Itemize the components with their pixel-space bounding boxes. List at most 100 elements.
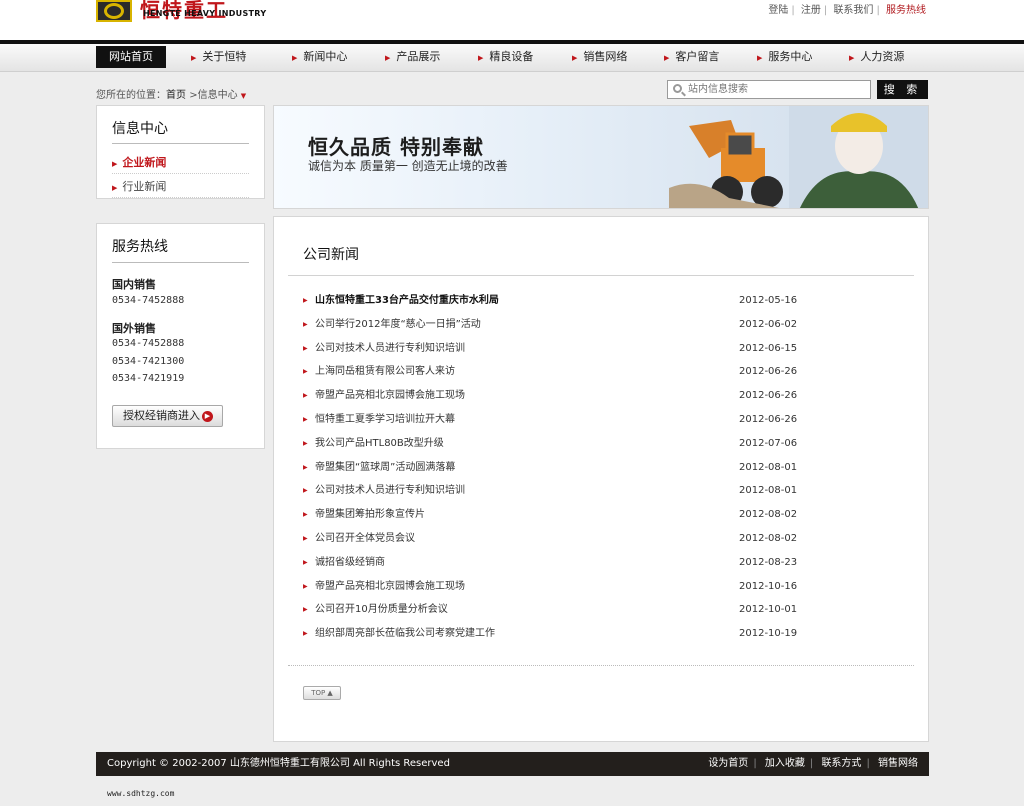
arrow-right-icon: ▶ bbox=[303, 463, 308, 471]
news-title[interactable]: 公司对技术人员进行专利知识培训 bbox=[315, 479, 465, 503]
hotline-link[interactable]: 服务热线 bbox=[883, 5, 929, 16]
news-item[interactable]: ▶ 恒特重工夏季学习培训拉开大幕 2012-06-26 bbox=[303, 408, 895, 432]
back-to-top-button[interactable]: TOP ▲ bbox=[303, 686, 341, 700]
news-title[interactable]: 公司对技术人员进行专利知识培训 bbox=[315, 337, 465, 361]
arrow-right-icon: ▶ bbox=[112, 184, 118, 192]
news-title[interactable]: 帝盟产品亮相北京园博会施工现场 bbox=[315, 575, 465, 599]
footer-link-sales-network[interactable]: 销售网络 bbox=[878, 758, 918, 769]
news-title[interactable]: 公司召开全体党员会议 bbox=[315, 527, 415, 551]
news-item[interactable]: ▶ 诚招省级经销商 2012-08-23 bbox=[303, 551, 895, 575]
news-title[interactable]: 帝盟集团筹拍形象宣传片 bbox=[315, 503, 425, 527]
arrow-right-icon: ▶ bbox=[292, 54, 298, 62]
arrow-right-icon: ▶ bbox=[664, 54, 670, 62]
news-date: 2012-10-01 bbox=[739, 604, 798, 616]
arrow-right-icon: ▶ bbox=[303, 439, 308, 447]
arrow-right-icon: ▶ bbox=[478, 54, 484, 62]
news-title[interactable]: 公司举行2012年度“慈心一日捐”活动 bbox=[315, 313, 481, 337]
news-item[interactable]: ▶ 组织部周亮部长莅临我公司考察党建工作 2012-10-19 bbox=[303, 622, 895, 646]
news-date: 2012-08-01 bbox=[739, 461, 798, 473]
breadcrumb-home-link[interactable]: 首页 bbox=[166, 90, 186, 101]
footer-link-favorite[interactable]: 加入收藏 bbox=[765, 758, 805, 769]
dealer-login-button[interactable]: 授权经销商进入 ▶ bbox=[112, 405, 223, 427]
news-title[interactable]: 公司召开10月份质量分析会议 bbox=[315, 598, 448, 622]
news-title[interactable]: 诚招省级经销商 bbox=[315, 551, 385, 575]
news-item[interactable]: ▶ 帝盟产品亮相北京园博会施工现场 2012-10-16 bbox=[303, 575, 895, 599]
foreign-phone: 0534-7421300 bbox=[112, 356, 185, 367]
nav-item-sales-network[interactable]: ▶ 销售网络 bbox=[572, 46, 627, 68]
news-title[interactable]: 恒特重工夏季学习培训拉开大幕 bbox=[315, 408, 455, 432]
nav-item-products[interactable]: ▶ 产品展示 bbox=[385, 46, 440, 68]
nav-item-equipment[interactable]: ▶ 精良设备 bbox=[478, 46, 533, 68]
hotline-title: 服务热线 bbox=[112, 239, 168, 255]
nav-item-home[interactable]: 网站首页 bbox=[96, 46, 166, 68]
arrow-right-icon: ▶ bbox=[303, 582, 308, 590]
news-title[interactable]: 帝盟产品亮相北京园博会施工现场 bbox=[315, 384, 465, 408]
top-bar: 恒特重工 HENGTE HEAVY INDUSTRY 登陆 | 注册 | 联系我们 |… bbox=[0, 0, 1024, 40]
news-item[interactable]: ▶ 我公司产品HTL80B改型升级 2012-07-06 bbox=[303, 432, 895, 456]
arrow-right-icon: ▶ bbox=[303, 606, 308, 614]
arrow-right-icon: ▶ bbox=[757, 54, 763, 62]
contact-link[interactable]: 联系我们 bbox=[830, 5, 876, 16]
arrow-right-icon: ▶ bbox=[303, 416, 308, 423]
foreign-phone: 0534-7421919 bbox=[112, 373, 185, 384]
news-title[interactable]: 帝盟集团“篮球周”活动圆满落幕 bbox=[315, 456, 455, 480]
search-input[interactable] bbox=[688, 82, 866, 97]
news-title[interactable]: 我公司产品HTL80B改型升级 bbox=[315, 432, 444, 456]
worker-image bbox=[789, 106, 928, 208]
nav-item-hr[interactable]: ▶ 人力资源 bbox=[849, 46, 904, 68]
arrow-right-icon: ▶ bbox=[303, 368, 308, 376]
nav-item-about[interactable]: ▶ 关于恒特 bbox=[191, 46, 246, 68]
nav-item-service[interactable]: ▶ 服务中心 bbox=[757, 46, 812, 68]
news-heading: 公司新闻 bbox=[303, 247, 359, 263]
arrow-circle-icon: ▶ bbox=[202, 411, 213, 422]
news-date: 2012-10-16 bbox=[739, 580, 798, 592]
news-item[interactable]: ▶ 公司举行2012年度“慈心一日捐”活动 2012-06-02 bbox=[303, 313, 895, 337]
service-hotline-panel: 服务热线 国内销售 0534-7452888 国外销售 0534-7452888… bbox=[96, 223, 265, 449]
sidebar-item-company-news[interactable]: ▶ 企业新闻 bbox=[112, 151, 249, 174]
news-panel: 公司新闻 ▶ 山东恒特重工33台产品交付重庆市水利局 2012-05-16 ▶ 公司举行… bbox=[273, 216, 929, 742]
news-item[interactable]: ▶ 帝盟集团筹拍形象宣传片 2012-08-02 bbox=[303, 503, 895, 527]
register-link[interactable]: 注册 bbox=[798, 5, 824, 16]
login-link[interactable]: 登陆 bbox=[765, 5, 791, 16]
nav-item-news[interactable]: ▶ 新闻中心 bbox=[292, 46, 347, 68]
footer-links: 设为首页 | 加入收藏 | 联系方式 | 销售网络 bbox=[708, 758, 918, 769]
news-item[interactable]: ▶ 上海同岳租赁有限公司客人来访 2012-06-26 bbox=[303, 360, 895, 384]
info-center-title: 信息中心 bbox=[112, 121, 168, 137]
search-button[interactable]: 搜 索 bbox=[877, 80, 928, 99]
dotted-divider bbox=[288, 665, 914, 666]
arrow-right-icon: ▶ bbox=[303, 630, 308, 638]
news-item[interactable]: ▶ 公司对技术人员进行专利知识培训 2012-06-15 bbox=[303, 337, 895, 361]
site-url: www.sdhtzg.com bbox=[107, 789, 175, 798]
news-item[interactable]: ▶ 公司对技术人员进行专利知识培训 2012-08-01 bbox=[303, 479, 895, 503]
banner-subtitle: 诚信为本 质量第一 创造无止境的改善 bbox=[308, 159, 508, 173]
arrow-right-icon: ▶ bbox=[191, 54, 197, 62]
news-item[interactable]: ▶ 公司召开全体党员会议 2012-08-02 bbox=[303, 527, 895, 551]
footer-link-contact[interactable]: 联系方式 bbox=[821, 758, 861, 769]
news-date: 2012-06-02 bbox=[739, 318, 798, 330]
domestic-phone: 0534-7452888 bbox=[112, 295, 185, 306]
caret-down-icon: ▼ bbox=[240, 92, 247, 100]
arrow-right-icon: ▶ bbox=[572, 54, 578, 62]
news-item[interactable]: ▶ 山东恒特重工33台产品交付重庆市水利局 2012-05-16 bbox=[303, 289, 895, 313]
footer-link-homepage[interactable]: 设为首页 bbox=[708, 758, 748, 769]
arrow-right-icon: ▶ bbox=[112, 160, 118, 168]
news-item[interactable]: ▶ 公司召开10月份质量分析会议 2012-10-01 bbox=[303, 598, 895, 622]
news-title[interactable]: 山东恒特重工33台产品交付重庆市水利局 bbox=[315, 289, 499, 313]
search-icon bbox=[673, 84, 682, 93]
logo-icon[interactable] bbox=[96, 0, 132, 22]
nav-item-guestbook[interactable]: ▶ 客户留言 bbox=[664, 46, 719, 68]
news-item[interactable]: ▶ 帝盟集团“篮球周”活动圆满落幕 2012-08-01 bbox=[303, 456, 895, 480]
loader-image bbox=[669, 120, 783, 208]
news-title[interactable]: 上海同岳租赁有限公司客人来访 bbox=[315, 360, 455, 384]
breadcrumb-current[interactable]: >信息中心 bbox=[189, 90, 237, 101]
news-item[interactable]: ▶ 帝盟产品亮相北京园博会施工现场 2012-06-26 bbox=[303, 384, 895, 408]
banner: 恒久品质 特别奉献 诚信为本 质量第一 创造无止境的改善 bbox=[273, 105, 929, 209]
main-nav-bar: 网站首页 ▶ 关于恒特 ▶ 新闻中心 ▶ 产品展示 ▶ 精良设备 ▶ 销售网络 ▶ 客户留言… bbox=[0, 40, 1024, 72]
sidebar-item-industry-news[interactable]: ▶ 行业新闻 bbox=[112, 175, 249, 198]
copyright-text: Copyright © 2002-2007 山东德州恒特重工有限公司 All R… bbox=[107, 758, 450, 769]
arrow-right-icon: ▶ bbox=[303, 297, 308, 304]
top-links: 登陆 | 注册 | 联系我们 | 服务热线 bbox=[765, 1, 929, 16]
divider bbox=[288, 275, 914, 276]
news-date: 2012-08-23 bbox=[739, 556, 798, 568]
news-title[interactable]: 组织部周亮部长莅临我公司考察党建工作 bbox=[315, 622, 495, 646]
